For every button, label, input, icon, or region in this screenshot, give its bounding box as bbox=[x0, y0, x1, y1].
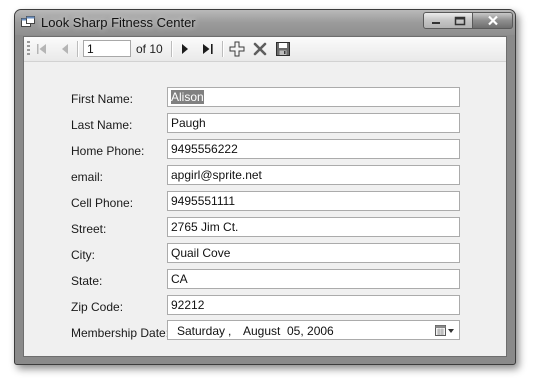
delete-button[interactable] bbox=[251, 40, 269, 58]
city-field[interactable] bbox=[167, 243, 460, 263]
calendar-dropdown-icon bbox=[435, 325, 454, 336]
position-input[interactable] bbox=[83, 40, 131, 57]
city-label: City: bbox=[71, 248, 95, 262]
state-field[interactable] bbox=[167, 269, 460, 289]
calendar-dropdown-button[interactable] bbox=[434, 323, 456, 338]
last-name-field[interactable] bbox=[167, 113, 460, 133]
move-previous-icon bbox=[62, 44, 68, 54]
maximize-icon bbox=[454, 16, 466, 25]
state-label: State: bbox=[71, 274, 103, 288]
form-client-area: of 10 First Name: Alison Last Name: Home… bbox=[23, 36, 507, 357]
maximize-button[interactable] bbox=[448, 12, 473, 29]
close-button[interactable] bbox=[473, 12, 513, 29]
add-new-button[interactable] bbox=[228, 40, 246, 58]
home-phone-label: Home Phone: bbox=[71, 144, 145, 158]
move-last-button[interactable] bbox=[199, 40, 217, 58]
toolbar-separator bbox=[171, 41, 173, 57]
first-name-field[interactable]: Alison bbox=[167, 87, 460, 107]
save-button[interactable] bbox=[274, 40, 292, 58]
first-name-label: First Name: bbox=[71, 92, 134, 106]
binding-navigator: of 10 bbox=[24, 37, 506, 62]
move-first-button[interactable] bbox=[33, 40, 51, 58]
first-name-value: Alison bbox=[171, 90, 204, 104]
toolbar-separator bbox=[77, 41, 79, 57]
move-previous-button[interactable] bbox=[56, 40, 74, 58]
form-window-icon[interactable] bbox=[21, 16, 35, 28]
zip-code-field[interactable] bbox=[167, 295, 460, 315]
app-window: Look Sharp Fitness Center of 10 bbox=[14, 9, 516, 365]
last-name-label: Last Name: bbox=[71, 118, 133, 132]
move-first-icon bbox=[37, 44, 46, 54]
date-separator: , bbox=[228, 324, 232, 338]
email-field[interactable] bbox=[167, 165, 460, 185]
add-new-icon bbox=[229, 41, 245, 57]
date-month[interactable]: August bbox=[243, 324, 280, 338]
title-bar[interactable]: Look Sharp Fitness Center bbox=[15, 10, 515, 35]
email-label: email: bbox=[71, 170, 104, 184]
street-label: Street: bbox=[71, 222, 107, 236]
membership-date-picker[interactable]: Saturday , August 05, 2006 bbox=[167, 320, 460, 340]
move-next-icon bbox=[182, 44, 188, 54]
minimize-button[interactable] bbox=[423, 12, 449, 29]
cell-phone-field[interactable] bbox=[167, 191, 460, 211]
date-day-year[interactable]: 05, 2006 bbox=[287, 324, 334, 338]
toolbar-grip[interactable] bbox=[27, 41, 30, 57]
window-title: Look Sharp Fitness Center bbox=[41, 15, 196, 30]
record-count-label: of 10 bbox=[136, 42, 163, 56]
cell-phone-label: Cell Phone: bbox=[71, 196, 134, 210]
delete-icon bbox=[253, 42, 267, 56]
date-weekday[interactable]: Saturday bbox=[177, 324, 225, 338]
close-icon bbox=[487, 15, 498, 26]
save-icon bbox=[276, 42, 290, 56]
minimize-icon bbox=[432, 21, 440, 24]
move-next-button[interactable] bbox=[176, 40, 194, 58]
toolbar-separator bbox=[222, 41, 224, 57]
membership-date-label: Membership Date: bbox=[71, 326, 170, 340]
home-phone-field[interactable] bbox=[167, 139, 460, 159]
move-last-icon bbox=[203, 44, 213, 54]
zip-code-label: Zip Code: bbox=[71, 300, 124, 314]
street-field[interactable] bbox=[167, 217, 460, 237]
